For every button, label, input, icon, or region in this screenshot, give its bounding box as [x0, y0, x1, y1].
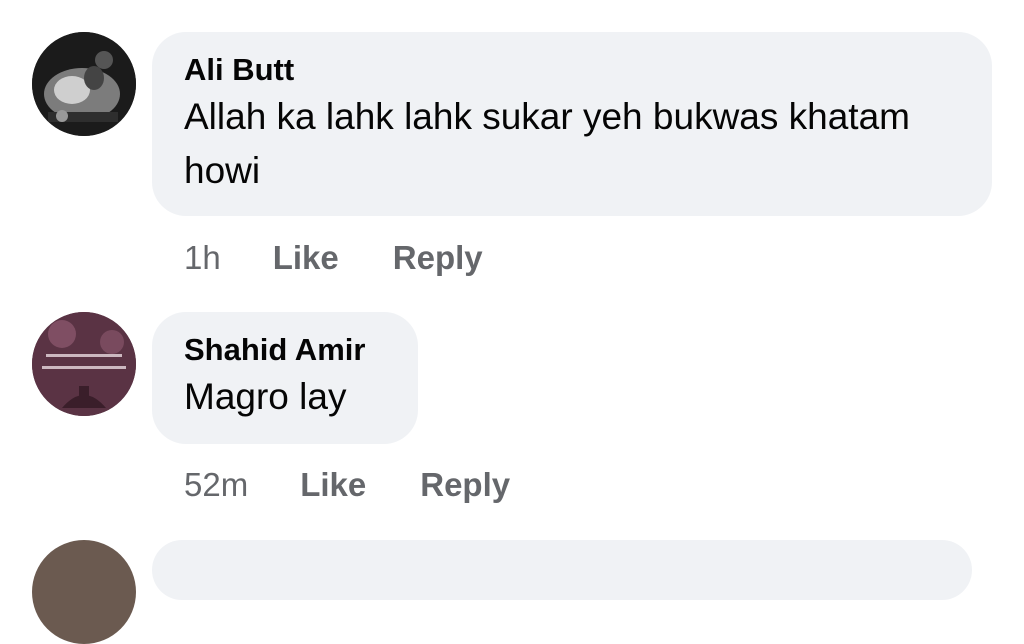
reply-button[interactable]: Reply — [393, 239, 483, 277]
comment-actions: 1h Like Reply — [184, 236, 483, 280]
comment-timestamp[interactable]: 1h — [184, 239, 221, 277]
avatar[interactable] — [32, 32, 136, 136]
comment-author[interactable]: Ali Butt — [184, 52, 960, 88]
comment-bubble: Shahid Amir Magro lay — [152, 312, 418, 444]
comment-bubble — [152, 540, 972, 600]
like-button[interactable]: Like — [273, 239, 339, 277]
comment-actions: 52m Like Reply — [184, 463, 510, 507]
avatar[interactable] — [32, 540, 136, 644]
avatar-photo — [32, 312, 136, 416]
comment-text: Magro lay — [184, 376, 347, 417]
comment-timestamp[interactable]: 52m — [184, 466, 248, 504]
comment-author[interactable]: Shahid Amir — [184, 332, 386, 368]
avatar-photo — [32, 32, 136, 136]
like-button[interactable]: Like — [300, 466, 366, 504]
comment-text: Allah ka lahk lahk sukar yeh bukwas khat… — [184, 96, 910, 191]
reply-button[interactable]: Reply — [420, 466, 510, 504]
comment-bubble: Ali Butt Allah ka lahk lahk sukar yeh bu… — [152, 32, 992, 216]
avatar[interactable] — [32, 312, 136, 416]
